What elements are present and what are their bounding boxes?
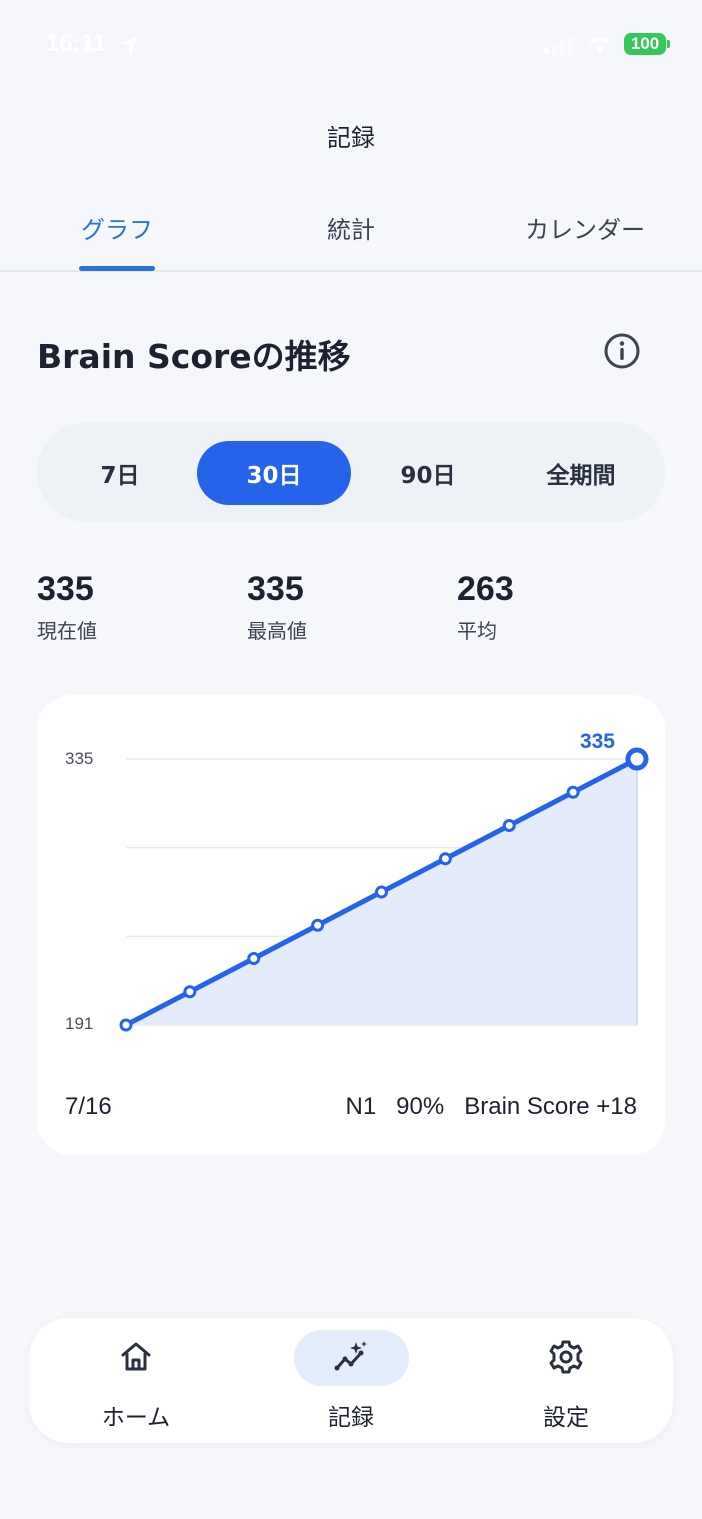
data-point: [311, 918, 325, 932]
home-icon: [121, 1342, 151, 1371]
nav-record-label: 記録: [328, 1405, 374, 1431]
status-time: 16:11: [46, 30, 107, 57]
nav-settings[interactable]: 設定: [466, 1318, 666, 1443]
tab-calendar[interactable]: カレンダー: [500, 210, 670, 245]
section-title: Brain Scoreの推移: [37, 337, 351, 376]
stat-average-label: 平均: [457, 619, 497, 643]
battery-indicator: 100: [624, 33, 666, 55]
stat-max-value: 335: [247, 570, 304, 608]
status-bar: 16:11 100: [0, 0, 702, 90]
chart-sparkle-icon: [334, 1341, 367, 1371]
nav-record[interactable]: 記録: [251, 1318, 451, 1443]
range-30d-button[interactable]: 30日: [197, 441, 351, 505]
tab-stats[interactable]: 統計: [278, 210, 424, 245]
data-point: [502, 819, 516, 832]
tab-bar: グラフ 統計 カレンダー: [0, 190, 702, 272]
stat-max: 335 最高値: [247, 570, 307, 644]
selected-date: 7/16: [65, 1093, 112, 1120]
stat-current-label: 現在値: [37, 619, 97, 643]
y-tick-label-max: 335: [65, 749, 93, 768]
stat-max-label: 最高値: [247, 619, 307, 643]
nav-home[interactable]: ホーム: [36, 1318, 236, 1443]
selected-detail: N1 90% Brain Score +18: [345, 1093, 638, 1120]
data-point-selected: [625, 747, 649, 771]
selected-value-label: 335: [580, 730, 615, 753]
chart-card: 335 191 335 7/16 N1 90% Brain Score +18: [37, 695, 665, 1155]
brain-score-chart[interactable]: 335 191 335: [37, 695, 665, 1075]
y-tick-label-min: 191: [65, 1014, 93, 1033]
data-point: [247, 952, 261, 965]
data-point: [183, 985, 197, 999]
range-all-button[interactable]: 全期間: [505, 441, 657, 505]
tab-graph[interactable]: グラフ: [44, 210, 190, 245]
stat-current-value: 335: [37, 570, 94, 608]
range-selector: 7日 30日 90日 全期間: [37, 422, 665, 522]
data-point: [375, 885, 388, 899]
data-point: [438, 852, 452, 866]
chart-footer: 7/16 N1 90% Brain Score +18: [65, 1093, 637, 1127]
page-title: 記録: [327, 124, 375, 152]
stat-average-value: 263: [457, 570, 514, 608]
bottom-nav: ホーム 記録 設定: [29, 1318, 673, 1443]
data-point: [566, 785, 580, 799]
stat-average: 263 平均: [457, 570, 514, 644]
signal-icon: [544, 36, 573, 54]
gear-icon: [549, 1340, 583, 1374]
nav-settings-label: 設定: [543, 1405, 589, 1431]
stat-current: 335 現在値: [37, 570, 97, 644]
range-90d-button[interactable]: 90日: [359, 441, 497, 505]
tab-indicator: [79, 266, 155, 271]
info-icon[interactable]: [603, 332, 641, 370]
nav-home-label: ホーム: [101, 1405, 171, 1431]
location-arrow-icon: [120, 36, 138, 54]
data-point: [119, 1018, 133, 1032]
wifi-icon: [589, 37, 611, 53]
range-7d-button[interactable]: 7日: [51, 441, 189, 505]
battery-tip: [667, 40, 670, 48]
